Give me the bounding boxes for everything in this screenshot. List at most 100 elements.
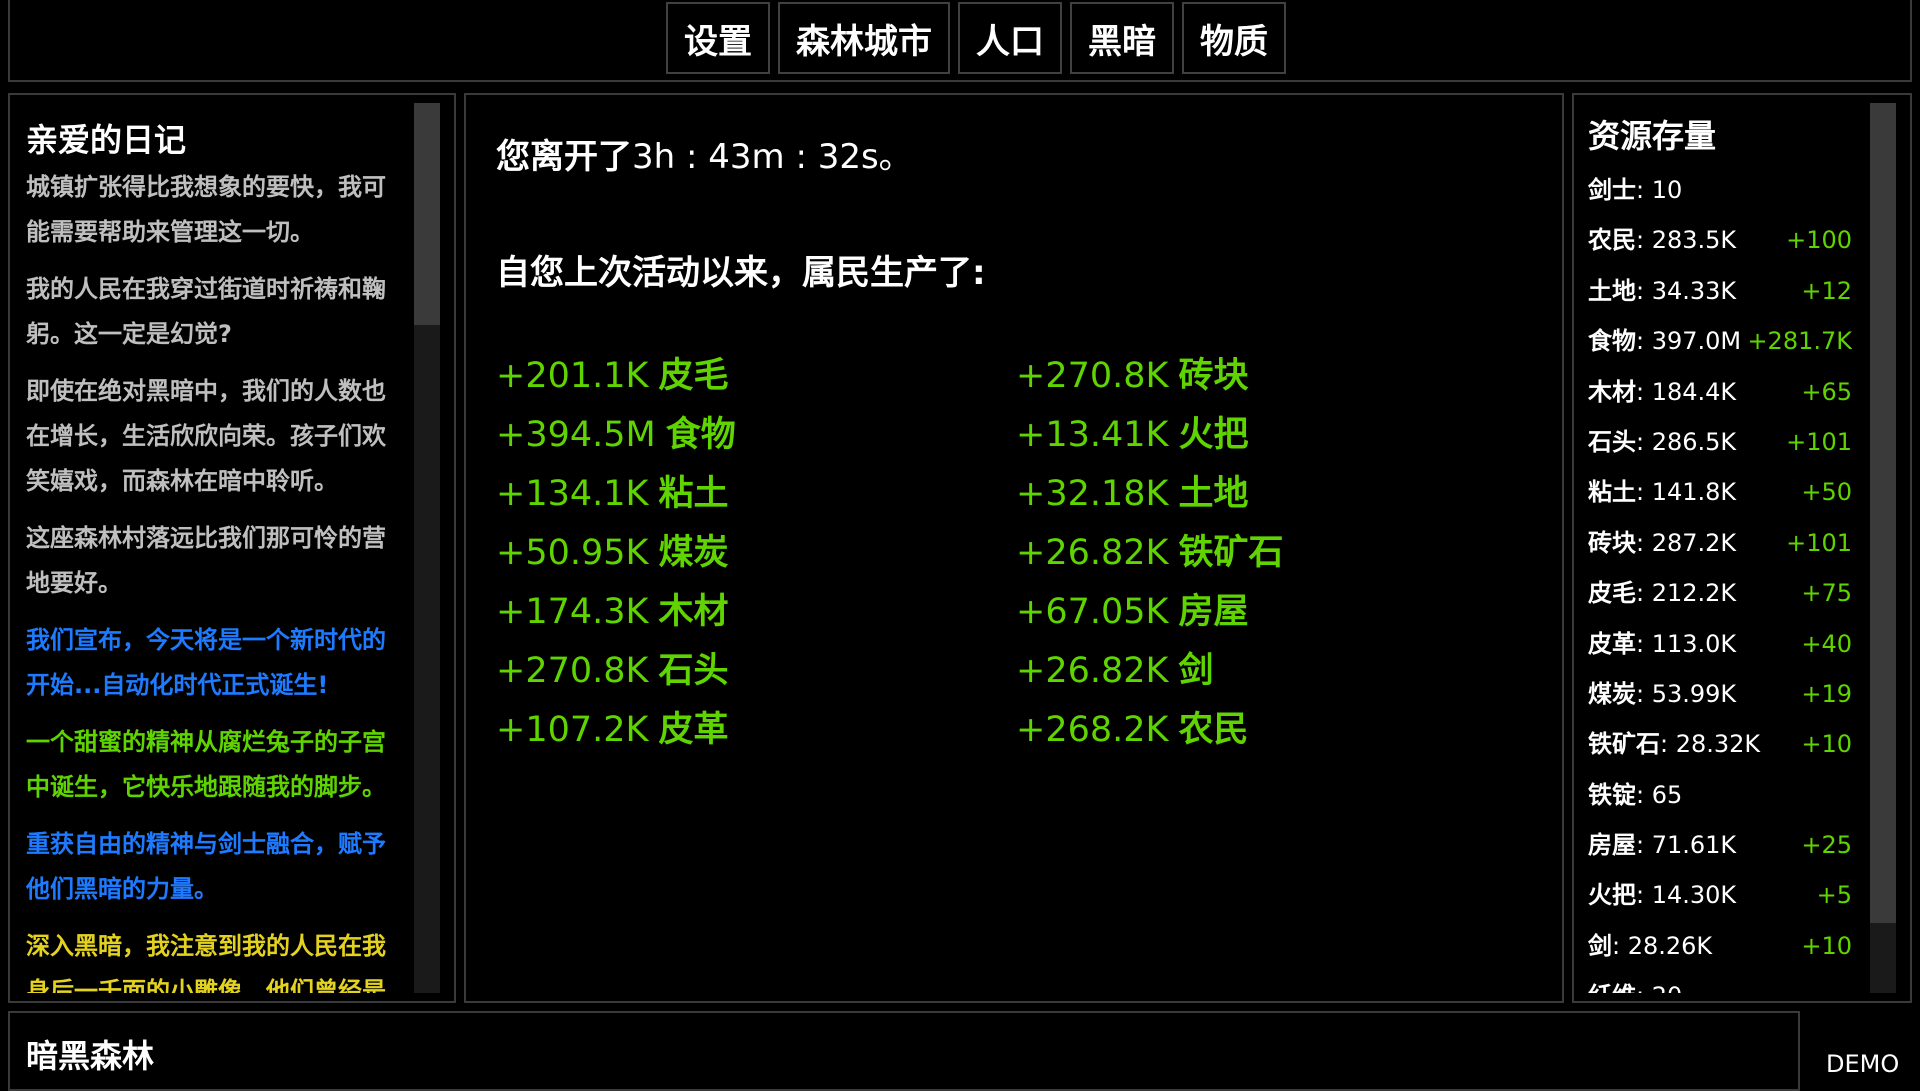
resource-value: : 287.2K [1636, 528, 1737, 557]
production-item: +107.2K 皮革 [496, 701, 736, 760]
resources-scrollbar[interactable] [1870, 103, 1896, 993]
resource-rate: +5 [1816, 881, 1852, 910]
resource-value: : 53.99K [1636, 679, 1737, 708]
production-item: +26.82K 剑 [1016, 642, 1284, 701]
journal-entry: 深入黑暗，我注意到我的人民在我身后一千面的小雕像，他们曾经是 [26, 932, 386, 993]
resource-rate: +101 [1786, 427, 1852, 456]
resource-label: 房屋 [1588, 831, 1636, 860]
journal-entry: 一个甜蜜的精神从腐烂兔子的子宫中诞生，它快乐地跟随我的脚步。 [26, 728, 386, 801]
journal-entry: 我们宣布，今天将是一个新时代的开始...自动化时代正式诞生! [26, 626, 386, 699]
resource-row: 木材: 184.4K +65 [1588, 367, 1852, 417]
resource-value: : 20 [1636, 982, 1682, 993]
resource-value: : 65 [1636, 780, 1683, 809]
journal-panel: 亲爱的日记 城镇扩张得比我想象的要快，我可能需要帮助来管理这一切。 我的人民在我… [8, 93, 456, 1003]
resource-rate: +19 [1801, 679, 1852, 708]
journal-entry: 城镇扩张得比我想象的要快，我可能需要帮助来管理这一切。 [26, 173, 386, 246]
production-item: +174.3K 木材 [496, 583, 736, 642]
resource-label: 皮革 [1588, 629, 1636, 658]
journal-entry: 重获自由的精神与剑士融合，赋予他们黑暗的力量。 [26, 830, 386, 903]
offline-report-panel: 您离开了3h : 43m : 32s。 自您上次活动以来，属民生产了: +201… [464, 93, 1564, 1003]
production-item: +201.1K 皮毛 [496, 347, 736, 406]
production-name: 农民 [1178, 710, 1249, 750]
resource-value: : 10 [1636, 176, 1683, 204]
production-name: 煤炭 [658, 533, 729, 573]
resource-label: 铁矿石 [1588, 730, 1660, 759]
journal-scrollbar[interactable] [414, 103, 440, 993]
journal-scrollbar-thumb[interactable] [414, 103, 440, 325]
resource-value: : 283.5K [1636, 226, 1737, 255]
resource-row: 皮毛: 212.2K +75 [1588, 568, 1852, 618]
production-name: 食物 [665, 415, 736, 455]
resource-row: 火把: 14.30K +5 [1588, 870, 1852, 920]
production-name: 皮革 [658, 710, 729, 750]
resource-label: 农民 [1588, 226, 1636, 255]
production-item: +13.41K 火把 [1016, 406, 1284, 465]
resource-value: : 397.0M [1636, 327, 1742, 356]
resource-value: : 184.4K [1636, 377, 1737, 406]
resource-label: 剑士 [1588, 176, 1636, 204]
resource-row: 农民: 283.5K +100 [1588, 215, 1852, 265]
production-item: +268.2K 农民 [1016, 701, 1284, 760]
resources-panel: 资源存量 剑士: 10 农民: 283.5K +100 土地: 34.33K +12… [1572, 93, 1912, 1003]
resources-scrollbar-thumb[interactable] [1870, 103, 1896, 923]
resource-value: : 28.26K [1612, 931, 1713, 960]
journal-entry: 即使在绝对黑暗中，我们的人数也在增长，生活欣欣向荣。孩子们欢笑嬉戏，而森林在暗中… [26, 377, 386, 495]
production-heading: 自您上次活动以来，属民生产了: [496, 253, 986, 293]
resource-row: 纤维: 20 [1588, 971, 1852, 993]
resource-rate: +100 [1786, 226, 1852, 255]
production-amount: +201.1K [496, 356, 649, 396]
resource-label: 砖块 [1588, 528, 1636, 557]
production-amount: +26.82K [1016, 533, 1169, 573]
resource-row: 食物: 397.0M +281.7K [1588, 316, 1852, 366]
resources-title: 资源存量 [1588, 117, 1717, 155]
production-amount: +50.95K [496, 533, 649, 573]
production-name: 火把 [1178, 415, 1249, 455]
resource-row: 铁锭: 65 [1588, 770, 1852, 820]
tab-matter[interactable]: 物质 [1182, 2, 1286, 74]
tab-darkness[interactable]: 黑暗 [1070, 2, 1174, 74]
location-bar: 暗黑森林 [8, 1011, 1800, 1091]
production-amount: +268.2K [1016, 710, 1169, 750]
resource-row: 土地: 34.33K +12 [1588, 266, 1852, 316]
resource-row: 皮革: 113.0K +40 [1588, 619, 1852, 669]
tab-settings[interactable]: 设置 [666, 2, 770, 74]
resource-label: 纤维 [1588, 982, 1636, 993]
production-amount: +13.41K [1016, 415, 1169, 455]
resource-value: : 286.5K [1636, 427, 1737, 456]
tab-forest-city[interactable]: 森林城市 [778, 2, 950, 74]
resource-row: 房屋: 71.61K +25 [1588, 820, 1852, 870]
resource-rate: +101 [1786, 528, 1852, 557]
production-name: 房屋 [1178, 592, 1249, 632]
journal-title: 亲爱的日记 [26, 121, 187, 159]
resource-rate: +40 [1801, 629, 1852, 658]
resource-rate: +75 [1801, 579, 1852, 608]
production-item: +270.8K 砖块 [1016, 347, 1284, 406]
production-amount: +270.8K [1016, 356, 1169, 396]
resource-value: : 71.61K [1636, 831, 1737, 860]
production-name: 土地 [1178, 474, 1249, 514]
resource-rate: +12 [1801, 276, 1852, 305]
journal-entry: 这座森林村落远比我们那可怜的营地要好。 [26, 524, 386, 597]
production-amount: +394.5M [496, 415, 656, 455]
production-amount: +270.8K [496, 651, 649, 691]
resource-label: 石头 [1588, 427, 1636, 456]
production-amount: +107.2K [496, 710, 649, 750]
production-name: 剑 [1178, 651, 1214, 691]
resource-label: 煤炭 [1588, 679, 1636, 708]
resource-rate: +281.7K [1747, 327, 1852, 356]
production-column-right: +270.8K 砖块 +13.41K 火把 +32.18K 土地 +26.82K 铁矿石… [1016, 347, 1284, 760]
resource-value: : 212.2K [1636, 579, 1737, 608]
production-item: +270.8K 石头 [496, 642, 736, 701]
resources-list: 剑士: 10 农民: 283.5K +100 土地: 34.33K +12 食物: … [1588, 165, 1852, 993]
away-prefix: 您离开了 [496, 137, 632, 177]
resource-label: 剑 [1588, 931, 1612, 960]
resource-label: 木材 [1588, 377, 1636, 406]
production-name: 铁矿石 [1178, 533, 1284, 573]
resource-rate: +10 [1801, 931, 1852, 960]
resource-row: 粘土: 141.8K +50 [1588, 467, 1852, 517]
tab-population[interactable]: 人口 [958, 2, 1062, 74]
resource-label: 火把 [1588, 881, 1636, 910]
production-item: +26.82K 铁矿石 [1016, 524, 1284, 583]
resource-row: 剑: 28.26K +10 [1588, 921, 1852, 971]
demo-label: DEMO [1826, 1050, 1900, 1078]
